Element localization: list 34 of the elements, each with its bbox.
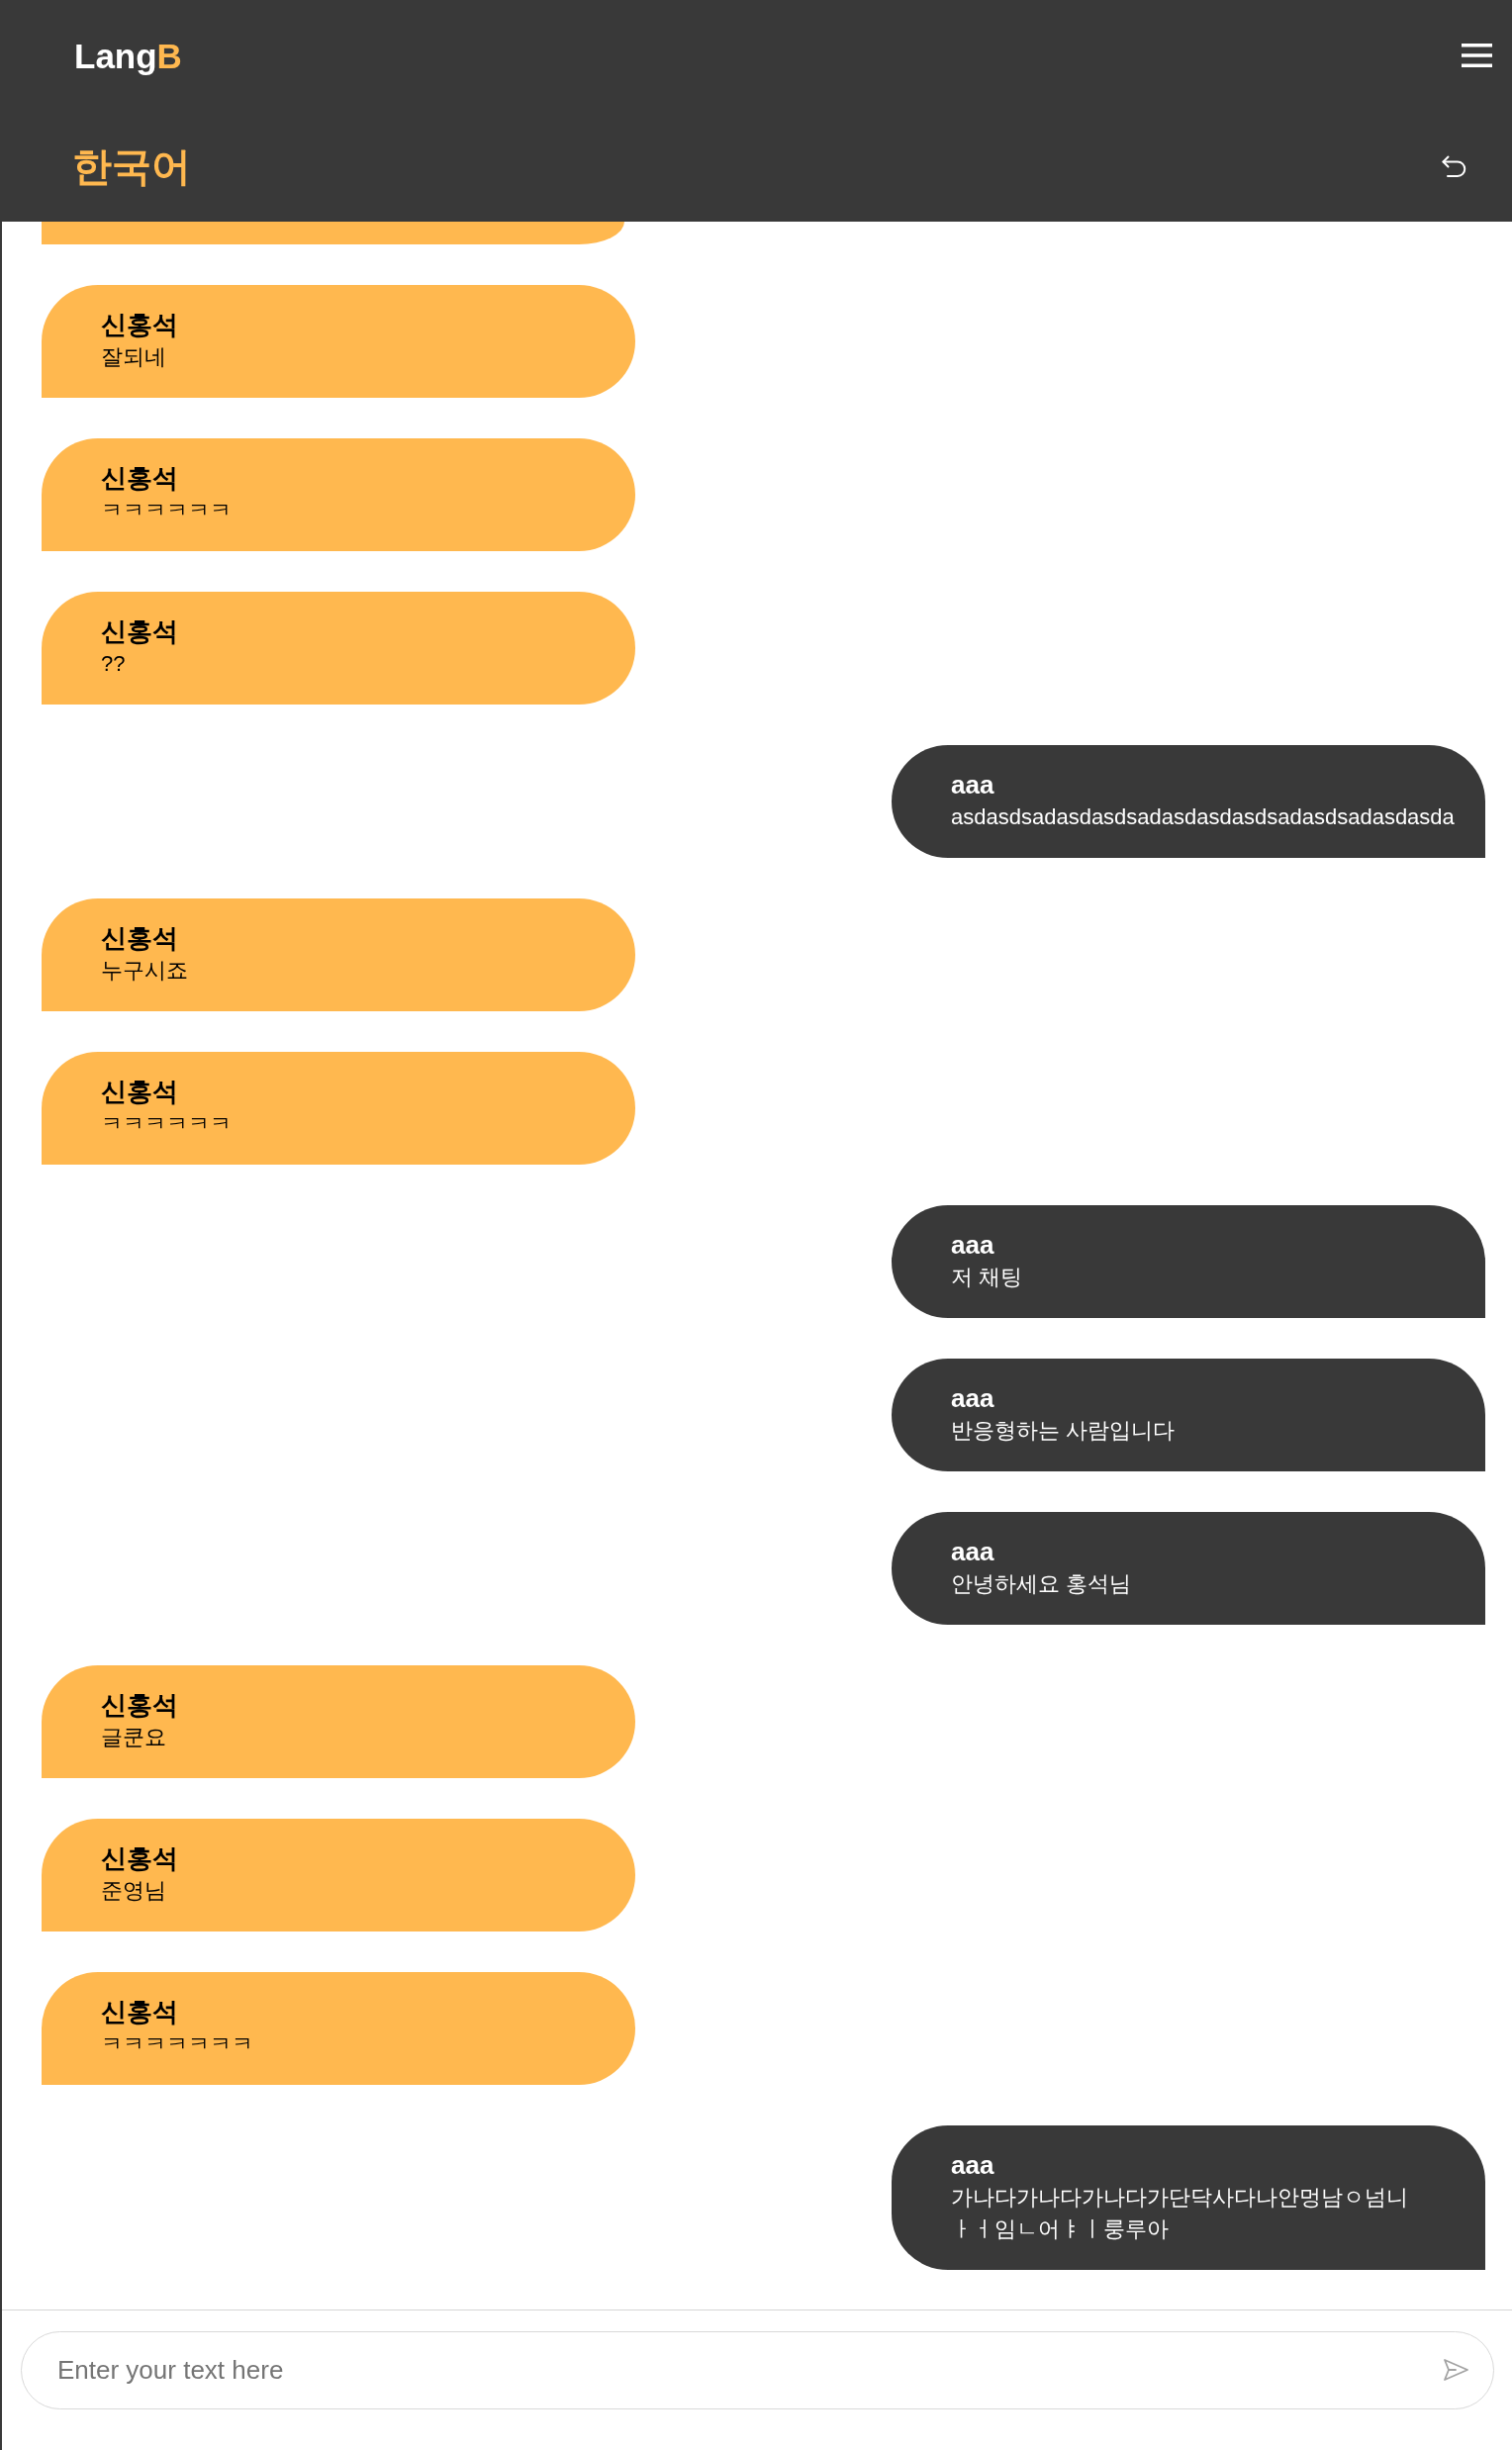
- message-text: ㅋㅋㅋㅋㅋㅋ: [101, 1110, 232, 1138]
- sender-name: 신홍석: [101, 1076, 178, 1108]
- sender-name: aaa: [951, 1382, 994, 1415]
- sender-name: aaa: [951, 769, 994, 801]
- message-text: 글쿤요: [101, 1724, 166, 1751]
- sender-name: aaa: [951, 2149, 994, 2182]
- sender-name: 신홍석: [101, 922, 178, 955]
- curved-arrow-icon: [1442, 154, 1466, 178]
- sender-name: 신홍석: [101, 309, 178, 341]
- sender-name: aaa: [951, 1229, 994, 1262]
- message-text: 누구시죠: [101, 957, 188, 985]
- menu-button[interactable]: [1462, 44, 1492, 67]
- message-text: 반응형하는 사람입니다: [951, 1417, 1176, 1445]
- sender-name: 신홍석: [101, 462, 178, 495]
- message-input-field[interactable]: Enter your text here: [21, 2331, 1494, 2409]
- sender-name: 신홍석: [101, 615, 178, 648]
- message-text: 잘되네: [101, 343, 166, 371]
- message-text: asdasdsadasdasdsadasdasdasdsadasdsadasdasda: [951, 803, 1455, 831]
- sender-name: 신홍석: [101, 1996, 178, 2028]
- sender-name: aaa: [951, 1536, 994, 1568]
- message-text: 저 채팅: [951, 1264, 1023, 1291]
- sender-name: 신홍석: [101, 1842, 178, 1875]
- message-text: ㅋㅋㅋㅋㅋㅋㅋ: [101, 2030, 253, 2058]
- message-text: 가나다가나다가나다가단닥사다나안멍남ㅇ넘니ㅏㅓ임ㄴ어ㅑㅣ룽루아: [951, 2184, 1409, 2243]
- message-text: 안녕하세요 홍석님: [951, 1570, 1132, 1598]
- language-title: 한국어: [72, 146, 191, 186]
- sender-name: 신홍석: [101, 1689, 178, 1722]
- paper-plane-icon: [1444, 2359, 1468, 2381]
- message-text: ㅋㅋㅋㅋㅋㅋ: [101, 497, 232, 524]
- return-button[interactable]: [1442, 154, 1466, 178]
- logo[interactable]: LangB: [74, 38, 182, 73]
- menu-icon: [1462, 44, 1492, 67]
- message-text: ??: [101, 650, 126, 678]
- message-text: 준영님: [101, 1877, 166, 1905]
